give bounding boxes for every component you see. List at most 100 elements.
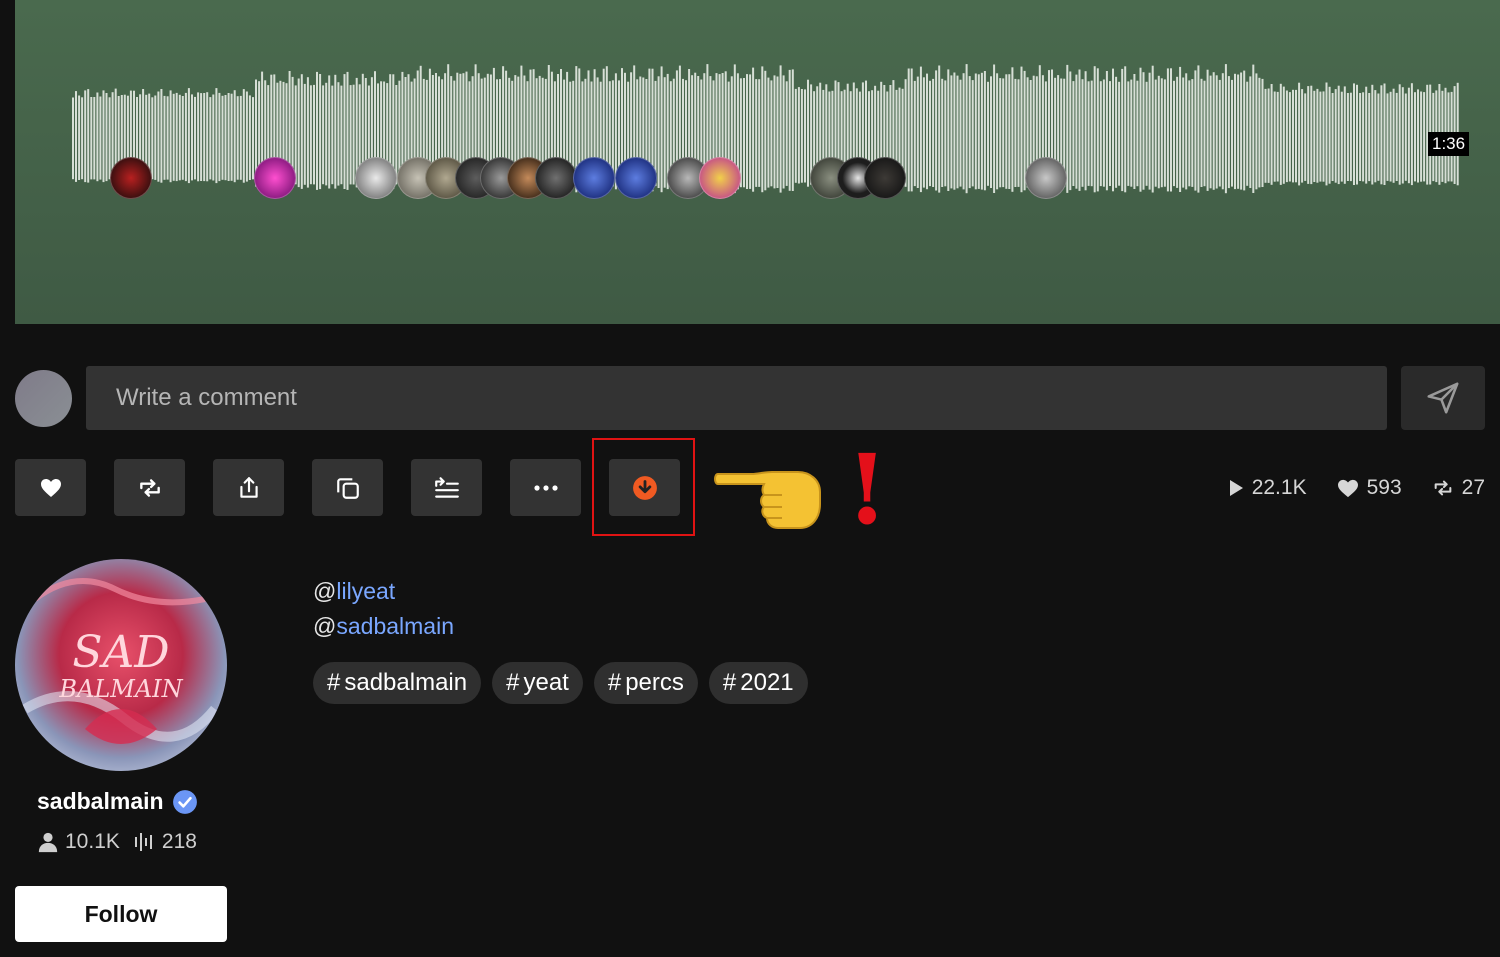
waveform-bar: [746, 74, 748, 189]
followers-count: 10.1K: [65, 830, 120, 853]
waveform-bar: [209, 97, 212, 180]
waveform-bar: [1383, 83, 1386, 185]
waveform-bar: [1182, 77, 1185, 188]
comment-input[interactable]: [86, 366, 1387, 430]
tag-label: sadbalmain: [344, 669, 468, 696]
waveform-bar: [996, 73, 999, 190]
album-cover-art: SAD BALMAIN: [15, 559, 227, 771]
artist-avatar[interactable]: SAD BALMAIN: [15, 559, 227, 771]
commenter-avatar[interactable]: [573, 157, 615, 199]
waveform-bar: [1121, 68, 1124, 192]
waveform-bar: [1371, 84, 1374, 185]
waveform-bar: [1365, 86, 1368, 184]
waveform-bar: [1313, 90, 1316, 182]
tag-percs[interactable]: # percs: [593, 662, 698, 704]
waveform-bar: [794, 88, 797, 183]
ellipsis-icon: [533, 484, 558, 491]
tag-label: percs: [625, 669, 684, 696]
like-button[interactable]: [15, 459, 86, 516]
tag-2021[interactable]: #2021: [708, 662, 808, 704]
add-to-queue-button[interactable]: [411, 459, 482, 516]
commenter-avatar[interactable]: [699, 157, 741, 199]
waveform-bar: [1081, 79, 1084, 187]
waveform-bar: [1017, 79, 1020, 187]
mention-link[interactable]: @lilyeat: [313, 578, 395, 605]
waveform-bar: [1407, 87, 1410, 184]
waveform-bar: [1176, 76, 1179, 188]
waveform-bar: [1170, 68, 1172, 192]
waveform-bar: [1292, 89, 1294, 183]
artist-stats: 10.1K 218: [37, 830, 197, 854]
waveform-bar: [1209, 75, 1212, 189]
tracks-stat[interactable]: 218: [134, 830, 197, 854]
waveform-bar: [941, 78, 944, 187]
waveform-bar: [1112, 68, 1114, 192]
waveform-bar: [163, 95, 166, 180]
mention-link[interactable]: @sadbalmain: [313, 613, 454, 640]
copy-link-button[interactable]: [312, 459, 383, 516]
commenter-avatar[interactable]: [355, 157, 397, 199]
artist-name[interactable]: sadbalmain: [37, 788, 198, 815]
share-button[interactable]: [213, 459, 284, 516]
mention-handle[interactable]: lilyeat: [336, 578, 395, 604]
waveform-bar: [785, 81, 788, 186]
plays-count: 22.1K: [1251, 476, 1307, 499]
waveform-panel[interactable]: 1:36: [15, 0, 1500, 324]
tag-sadbalmain[interactable]: # sadbalmain: [313, 662, 482, 704]
waveform-bar: [236, 96, 239, 180]
waveform-bar: [297, 78, 300, 188]
waveform-bar: [1276, 91, 1279, 182]
waveform-bar: [233, 90, 236, 183]
commenter-avatar[interactable]: [864, 157, 906, 199]
waveform-bar: [1179, 66, 1182, 192]
waveform-bar: [169, 90, 172, 183]
mention-handle[interactable]: sadbalmain: [336, 613, 454, 639]
tag-yeat[interactable]: # yeat: [492, 662, 583, 704]
likes-stat[interactable]: 593: [1337, 476, 1402, 500]
waveform-bar: [1124, 66, 1127, 193]
reposts-stat[interactable]: 27: [1432, 476, 1485, 500]
waveform-bar: [325, 82, 328, 186]
commenter-avatar[interactable]: [535, 157, 577, 199]
commenter-avatar[interactable]: [1025, 157, 1067, 199]
waveform-bar: [340, 85, 343, 185]
commenter-avatar[interactable]: [110, 157, 152, 199]
waveform-bar: [1133, 74, 1136, 189]
waveform-bar: [922, 77, 925, 188]
waveform-bar: [166, 96, 169, 180]
waveform-bar: [1414, 92, 1416, 182]
waveform-bar: [1337, 85, 1340, 185]
waveform-bar: [782, 75, 785, 189]
commenter-avatar[interactable]: [254, 157, 296, 199]
waveform-bar: [319, 74, 322, 190]
repost-button[interactable]: [114, 459, 185, 516]
waveform-bar: [1118, 81, 1121, 186]
copy-icon: [336, 477, 359, 499]
waveform-bar: [1377, 93, 1380, 181]
waveform-bar: [1295, 89, 1297, 183]
waveform-bar: [1136, 80, 1139, 187]
tag-label: 2021: [740, 669, 794, 696]
waveform-bar: [239, 95, 242, 180]
send-comment-button[interactable]: [1401, 366, 1485, 430]
waveform-bar: [322, 85, 325, 185]
waveform-bar: [1102, 79, 1105, 187]
followers-stat[interactable]: 10.1K: [37, 830, 120, 854]
waveform-bar: [108, 97, 111, 180]
commenter-avatar[interactable]: [615, 157, 657, 199]
waveform-bar: [959, 79, 962, 187]
waveform-bar: [303, 83, 306, 185]
follow-button[interactable]: Follow: [15, 886, 227, 942]
waveform-bar: [96, 92, 99, 182]
waveform-bar: [1331, 93, 1334, 181]
waveform-bar: [242, 89, 245, 183]
waveform-bar: [797, 87, 800, 184]
waveform-bar: [1346, 93, 1349, 181]
waveform-bar: [1243, 70, 1246, 191]
waveform[interactable]: [15, 0, 1500, 324]
waveform-bar: [1307, 86, 1310, 184]
waveform-bar: [1206, 69, 1209, 191]
hash-symbol: #: [327, 669, 341, 696]
more-button[interactable]: [510, 459, 581, 516]
waveform-bar: [337, 82, 340, 186]
